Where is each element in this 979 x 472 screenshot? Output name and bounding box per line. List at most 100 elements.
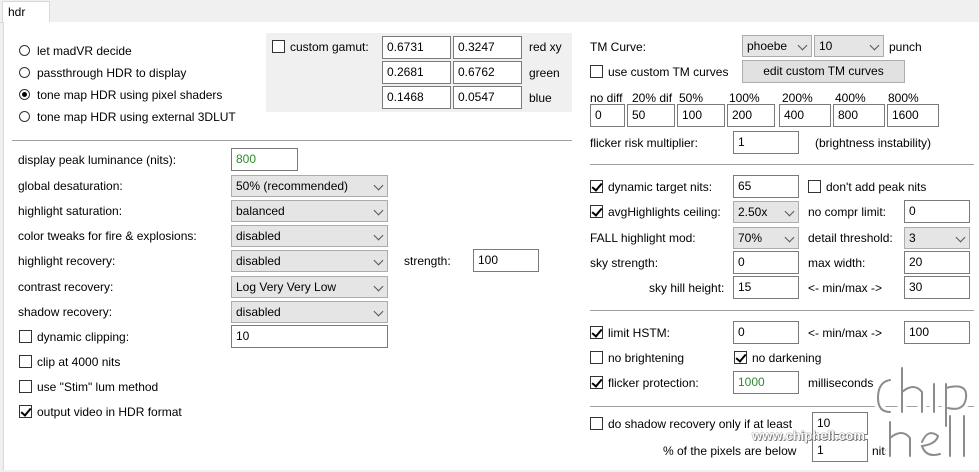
global-desaturation-select[interactable]: 50% (recommended) bbox=[231, 175, 388, 197]
tm-curve-select[interactable]: phoebe bbox=[742, 35, 812, 57]
milliseconds-label: milliseconds bbox=[808, 376, 874, 390]
dont-add-peak-label: don't add peak nits bbox=[826, 180, 927, 194]
blue-y-field[interactable]: 0.0547 bbox=[453, 86, 522, 109]
chiphell-watermark-logo bbox=[873, 363, 971, 460]
no-brightening-checkbox[interactable] bbox=[590, 351, 603, 364]
dynamic-target-field[interactable]: 65 bbox=[733, 175, 799, 198]
red-y-field[interactable]: 0.3247 bbox=[453, 36, 522, 59]
strength-field[interactable]: 100 bbox=[473, 249, 539, 272]
chevron-down-icon bbox=[955, 232, 966, 243]
highlight-saturation-select[interactable]: balanced bbox=[231, 200, 388, 222]
punch-select[interactable]: 10 bbox=[814, 35, 884, 57]
fall-highlight-label: FALL highlight mod: bbox=[590, 231, 696, 245]
edit-custom-tm-curves-button[interactable]: edit custom TM curves bbox=[742, 60, 905, 83]
dynamic-clipping-label: dynamic clipping: bbox=[37, 330, 130, 344]
contrast-recovery-select[interactable]: Log Very Very Low bbox=[231, 276, 388, 298]
limit-hstm-max-field[interactable]: 100 bbox=[904, 321, 970, 344]
shadow-recovery-select[interactable]: disabled bbox=[231, 301, 388, 323]
sky-hill-max-field[interactable]: 30 bbox=[904, 276, 970, 299]
no-darkening-checkbox[interactable] bbox=[734, 351, 747, 364]
flicker-protection-label: flicker protection: bbox=[608, 376, 699, 390]
strength-label: strength: bbox=[404, 254, 451, 268]
detail-threshold-select[interactable]: 3 bbox=[904, 227, 970, 249]
no-darkening-label: no darkening bbox=[752, 351, 822, 365]
flicker-protection-field[interactable]: 1000 bbox=[733, 371, 799, 394]
no-compr-limit-field[interactable]: 0 bbox=[904, 200, 970, 223]
green-y-field[interactable]: 0.6762 bbox=[453, 61, 522, 84]
curve-value-field[interactable]: 400 bbox=[779, 104, 831, 127]
chevron-down-icon bbox=[373, 281, 384, 292]
radio-label: tone map HDR using external 3DLUT bbox=[37, 110, 236, 124]
radio-button[interactable] bbox=[19, 67, 30, 78]
flicker-risk-field[interactable]: 1 bbox=[733, 131, 799, 154]
separator bbox=[590, 164, 974, 165]
blue-x-field[interactable]: 0.1468 bbox=[382, 86, 451, 109]
stim-method-label: use "Stim" lum method bbox=[37, 380, 159, 394]
curve-header: 100% bbox=[729, 91, 760, 105]
curve-value-field[interactable]: 50 bbox=[627, 104, 675, 127]
stim-method-checkbox[interactable] bbox=[19, 380, 32, 393]
radio-button[interactable] bbox=[19, 89, 30, 100]
min-max-label: <- min/max -> bbox=[808, 281, 883, 295]
curve-header: no diff bbox=[590, 91, 623, 105]
flicker-protection-checkbox[interactable] bbox=[590, 376, 603, 389]
punch-label: punch bbox=[889, 40, 922, 54]
avg-highlights-checkbox[interactable] bbox=[590, 205, 603, 218]
detail-threshold-label: detail threshold: bbox=[808, 231, 893, 245]
peak-luminance-field[interactable]: 800 bbox=[231, 148, 298, 171]
curve-value-field[interactable]: 100 bbox=[677, 104, 725, 127]
highlight-saturation-label: highlight saturation: bbox=[18, 204, 123, 218]
red-x-field[interactable]: 0.6731 bbox=[382, 36, 451, 59]
select-value: 3 bbox=[909, 231, 916, 245]
custom-gamut-checkbox[interactable] bbox=[272, 40, 285, 53]
radio-button[interactable] bbox=[19, 111, 30, 122]
curve-header: 20% dif bbox=[632, 91, 673, 105]
highlight-recovery-select[interactable]: disabled bbox=[231, 250, 388, 272]
no-brightening-label: no brightening bbox=[608, 351, 685, 365]
avg-highlights-select[interactable]: 2.50x bbox=[733, 201, 799, 223]
select-value: phoebe bbox=[747, 39, 788, 53]
shadow-recovery-only-checkbox[interactable] bbox=[590, 417, 603, 430]
sky-hill-min-field[interactable]: 15 bbox=[733, 276, 799, 299]
max-width-field[interactable]: 20 bbox=[904, 251, 970, 274]
select-value: disabled bbox=[236, 305, 281, 319]
curve-header: 400% bbox=[835, 91, 866, 105]
separator bbox=[12, 140, 572, 141]
chevron-down-icon bbox=[373, 306, 384, 317]
limit-hstm-min-field[interactable]: 0 bbox=[733, 321, 799, 344]
green-x-field[interactable]: 0.2681 bbox=[382, 61, 451, 84]
radio-button[interactable] bbox=[19, 45, 30, 56]
select-value: 70% bbox=[738, 231, 763, 245]
fire-explosions-select[interactable]: disabled bbox=[231, 225, 388, 247]
curve-value-field[interactable]: 0 bbox=[590, 104, 625, 127]
select-value: 2.50x bbox=[738, 205, 768, 219]
chevron-down-icon bbox=[373, 230, 384, 241]
output-hdr-label: output video in HDR format bbox=[37, 405, 182, 419]
chevron-down-icon bbox=[373, 205, 384, 216]
clip-4000-label: clip at 4000 nits bbox=[37, 355, 121, 369]
watermark-url: www.chiphell.com bbox=[752, 428, 865, 443]
red-xy-label: red xy bbox=[529, 40, 562, 54]
curve-header: 800% bbox=[888, 91, 919, 105]
limit-hstm-checkbox[interactable] bbox=[590, 326, 603, 339]
curve-value-field[interactable]: 1600 bbox=[887, 104, 939, 127]
dont-add-peak-checkbox[interactable] bbox=[808, 180, 821, 193]
fire-explosions-label: color tweaks for fire & explosions: bbox=[18, 229, 197, 243]
output-hdr-checkbox[interactable] bbox=[19, 405, 32, 418]
highlight-recovery-label: highlight recovery: bbox=[18, 254, 116, 268]
chevron-down-icon bbox=[373, 255, 384, 266]
tab-hdr[interactable]: hdr bbox=[2, 1, 50, 22]
dynamic-target-checkbox[interactable] bbox=[590, 180, 603, 193]
dynamic-clipping-field[interactable]: 10 bbox=[231, 325, 388, 348]
fall-highlight-select[interactable]: 70% bbox=[733, 227, 799, 249]
select-value: Log Very Very Low bbox=[236, 280, 337, 294]
contrast-recovery-label: contrast recovery: bbox=[18, 280, 114, 294]
tm-curve-label: TM Curve: bbox=[590, 40, 647, 54]
custom-tm-curves-checkbox[interactable] bbox=[590, 65, 603, 78]
curve-value-field[interactable]: 200 bbox=[727, 104, 775, 127]
separator bbox=[590, 310, 974, 311]
dynamic-clipping-checkbox[interactable] bbox=[19, 330, 32, 343]
sky-strength-field[interactable]: 0 bbox=[733, 251, 799, 274]
clip-4000-checkbox[interactable] bbox=[19, 355, 32, 368]
curve-value-field[interactable]: 800 bbox=[833, 104, 885, 127]
